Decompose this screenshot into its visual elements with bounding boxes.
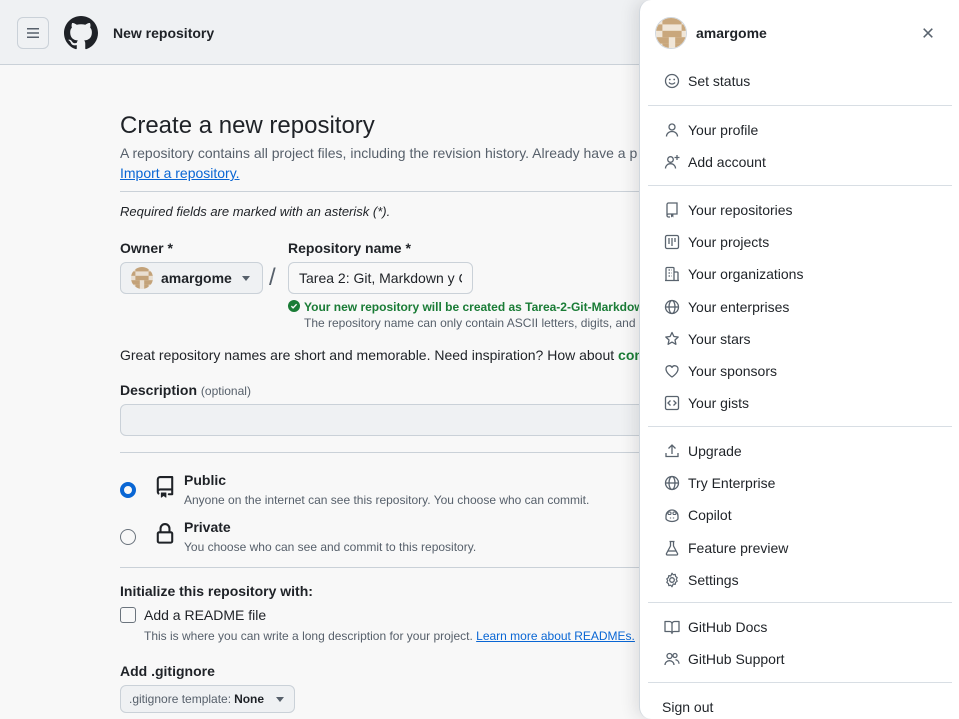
menu-item-label: Your repositories xyxy=(688,202,793,218)
code-square-icon xyxy=(664,395,680,411)
menu-item-label: Upgrade xyxy=(688,443,742,459)
menu-item-try-enterprise[interactable]: Try Enterprise xyxy=(648,467,952,499)
avatar xyxy=(655,17,687,49)
menu-item-label: Try Enterprise xyxy=(688,475,776,492)
menu-separator xyxy=(648,426,952,427)
menu-item-label: Feature preview xyxy=(688,539,789,556)
close-panel-button[interactable] xyxy=(916,21,940,45)
menu-item-github-docs[interactable]: GitHub Docs xyxy=(648,611,952,643)
menu-separator xyxy=(648,185,952,186)
menu-item-label: Copilot xyxy=(688,507,732,524)
menu-item-label: Your sponsors xyxy=(688,363,777,379)
menu-item-your-projects[interactable]: Your projects xyxy=(648,226,952,258)
upload-icon xyxy=(664,443,680,459)
copilot-icon xyxy=(664,507,680,523)
menu-item-label: GitHub Docs xyxy=(688,619,768,635)
menu-item-label: Your enterprises xyxy=(688,298,790,315)
repo-icon xyxy=(664,202,680,218)
panel-username: amargome xyxy=(696,25,767,41)
menu-item-copilot[interactable]: Copilot xyxy=(648,499,952,531)
menu-separator xyxy=(648,105,952,106)
person-add-icon xyxy=(664,154,680,170)
menu-item-label: Your gists xyxy=(688,395,749,412)
people-icon xyxy=(664,651,680,667)
menu-item-add-account[interactable]: Add account xyxy=(648,146,952,178)
menu-separator xyxy=(648,682,952,683)
menu-separator xyxy=(648,602,952,603)
menu-item-settings[interactable]: Settings xyxy=(648,564,952,596)
menu-item-label: Set status xyxy=(688,73,751,89)
menu-item-label: Add account xyxy=(688,154,766,171)
menu-item-your-enterprises[interactable]: Your enterprises xyxy=(648,291,952,323)
book-icon xyxy=(664,619,680,635)
globe-icon xyxy=(664,475,680,491)
menu-item-your-sponsors[interactable]: Your sponsors xyxy=(648,355,952,387)
close-icon xyxy=(923,28,933,38)
menu-item-your-profile[interactable]: Your profile xyxy=(648,114,952,146)
menu-item-feature-preview[interactable]: Feature preview xyxy=(648,532,952,564)
menu-item-label: Your organizations xyxy=(688,266,804,283)
menu-item-label: GitHub Support xyxy=(688,651,785,668)
menu-item-label: Your projects xyxy=(688,234,770,251)
organization-icon xyxy=(664,266,680,282)
menu-item-upgrade[interactable]: Upgrade xyxy=(648,435,952,467)
menu-item-label: Settings xyxy=(688,571,739,588)
heart-icon xyxy=(664,363,680,379)
menu-item-your-gists[interactable]: Your gists xyxy=(648,387,952,419)
menu-item-your-organizations[interactable]: Your organizations xyxy=(648,258,952,290)
menu-item-label: Your profile xyxy=(688,122,759,138)
project-icon xyxy=(664,234,680,250)
menu-item-set-status[interactable]: Set status xyxy=(648,65,952,97)
menu-item-your-stars[interactable]: Your stars xyxy=(648,323,952,355)
star-icon xyxy=(664,331,680,347)
gear-icon xyxy=(664,572,680,588)
menu-item-label: Sign out xyxy=(662,699,714,715)
menu-item-your-repositories[interactable]: Your repositories xyxy=(648,194,952,226)
user-menu-panel: amargome Set status Your profile Add accou… xyxy=(639,0,959,719)
menu-item-label: Your stars xyxy=(688,330,751,347)
menu-item-github-support[interactable]: GitHub Support xyxy=(648,643,952,675)
person-icon xyxy=(664,122,680,138)
smiley-icon xyxy=(664,73,680,89)
beaker-icon xyxy=(664,540,680,556)
globe-icon xyxy=(664,299,680,315)
menu-item-sign-out[interactable]: Sign out xyxy=(648,691,952,719)
